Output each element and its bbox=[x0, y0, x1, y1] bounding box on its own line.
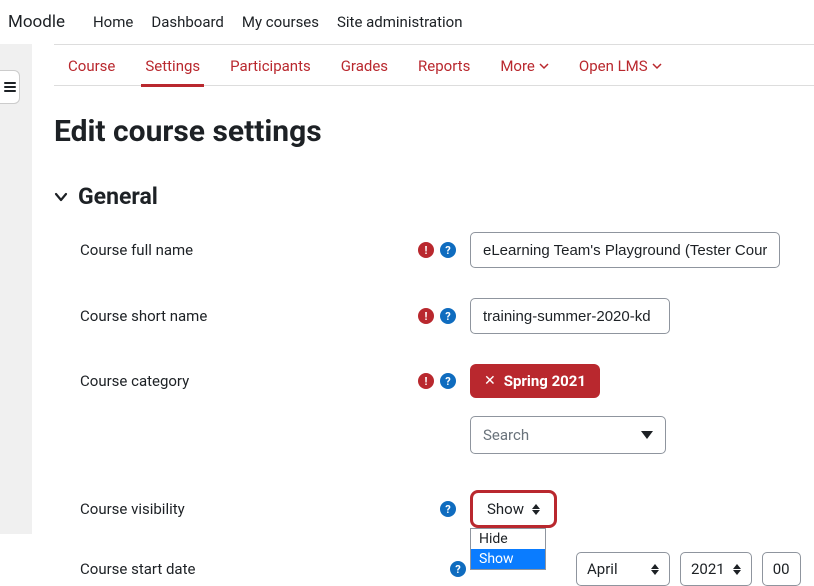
visibility-option-show[interactable]: Show bbox=[471, 549, 545, 569]
visibility-selected-label: Show bbox=[487, 500, 524, 518]
label-startdate: Course start date bbox=[80, 560, 410, 578]
help-icon[interactable]: ? bbox=[440, 242, 456, 258]
startdate-hour-label: 00 bbox=[773, 560, 790, 578]
close-icon[interactable]: ✕ bbox=[484, 373, 496, 389]
subnav-more-label: More bbox=[500, 57, 535, 75]
label-fullname: Course full name bbox=[80, 241, 410, 259]
section-general-title: General bbox=[78, 183, 158, 210]
label-shortname: Course short name bbox=[80, 307, 410, 325]
required-icon: ! bbox=[418, 242, 434, 258]
fullname-input[interactable] bbox=[470, 232, 780, 268]
left-gutter bbox=[0, 44, 32, 534]
subnav-reports[interactable]: Reports bbox=[418, 57, 470, 75]
sort-arrows-icon bbox=[532, 504, 540, 515]
sort-arrows-icon bbox=[733, 564, 741, 575]
help-icon[interactable]: ? bbox=[440, 373, 456, 389]
visibility-select[interactable]: Show bbox=[470, 490, 557, 528]
chevron-down-icon bbox=[54, 190, 68, 204]
category-tag-label: Spring 2021 bbox=[504, 372, 586, 390]
triangle-down-icon bbox=[641, 431, 653, 439]
subnav-openlms-label: Open LMS bbox=[579, 57, 648, 75]
help-icon[interactable]: ? bbox=[450, 561, 466, 577]
hamburger-icon bbox=[4, 82, 16, 92]
subnav-settings[interactable]: Settings bbox=[145, 57, 200, 75]
brand-logo[interactable]: Moodle bbox=[8, 12, 65, 32]
page-title: Edit course settings bbox=[54, 114, 814, 149]
startdate-hour-select[interactable]: 00 bbox=[762, 552, 801, 586]
top-nav: Home Dashboard My courses Site administr… bbox=[93, 13, 463, 31]
chevron-down-icon bbox=[539, 61, 549, 71]
help-icon[interactable]: ? bbox=[440, 308, 456, 324]
subnav-more[interactable]: More bbox=[500, 57, 549, 75]
nav-home[interactable]: Home bbox=[93, 13, 133, 31]
visibility-option-hide[interactable]: Hide bbox=[471, 529, 545, 549]
label-visibility: Course visibility bbox=[80, 500, 410, 518]
nav-siteadmin[interactable]: Site administration bbox=[337, 13, 462, 31]
subnav-participants[interactable]: Participants bbox=[230, 57, 311, 75]
drawer-toggle-button[interactable] bbox=[0, 70, 20, 104]
help-icon[interactable]: ? bbox=[440, 501, 456, 517]
required-icon: ! bbox=[418, 373, 434, 389]
visibility-dropdown: Hide Show bbox=[470, 528, 546, 570]
label-category: Course category bbox=[80, 372, 410, 390]
section-general-toggle[interactable]: General bbox=[54, 183, 814, 210]
chevron-down-icon bbox=[652, 61, 662, 71]
startdate-month-select[interactable]: April bbox=[576, 552, 670, 586]
subnav-course[interactable]: Course bbox=[68, 57, 115, 75]
category-search-placeholder: Search bbox=[483, 426, 529, 444]
required-icon: ! bbox=[418, 308, 434, 324]
sort-arrows-icon bbox=[651, 564, 659, 575]
startdate-year-select[interactable]: 2021 bbox=[680, 552, 752, 586]
course-subnav: Course Settings Participants Grades Repo… bbox=[54, 45, 814, 85]
subnav-grades[interactable]: Grades bbox=[341, 57, 388, 75]
startdate-year-label: 2021 bbox=[691, 560, 725, 578]
subnav-openlms[interactable]: Open LMS bbox=[579, 57, 662, 75]
category-tag[interactable]: ✕ Spring 2021 bbox=[470, 364, 600, 398]
shortname-input[interactable] bbox=[470, 298, 670, 334]
category-search-combo[interactable]: Search bbox=[470, 416, 666, 454]
page-content: Edit course settings General Course full… bbox=[54, 86, 814, 586]
startdate-month-label: April bbox=[587, 560, 618, 578]
nav-dashboard[interactable]: Dashboard bbox=[151, 13, 224, 31]
nav-mycourses[interactable]: My courses bbox=[242, 13, 319, 31]
